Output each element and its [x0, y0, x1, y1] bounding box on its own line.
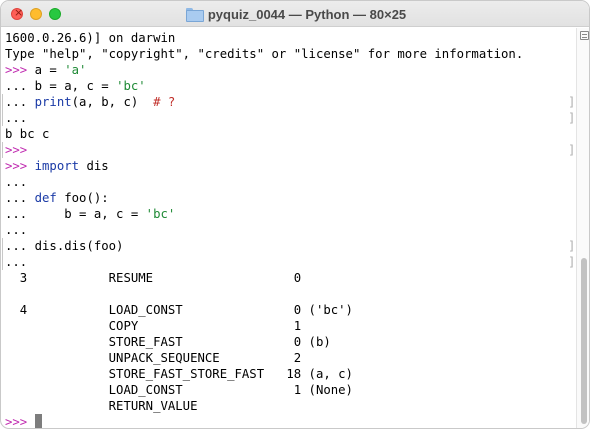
window-title: pyquiz_0044 — Python — 80×25 — [207, 6, 407, 22]
terminal-line: >>> import dis — [5, 158, 575, 174]
terminal-text: ... — [5, 191, 35, 205]
terminal-text: RETURN_VALUE — [5, 399, 198, 413]
terminal-window: pyquiz_0044 — Python — 80×25 1600.0.26.6… — [0, 0, 590, 429]
terminal-line: ...] — [2, 110, 575, 126]
terminal-text: ... b = a, c = — [5, 207, 146, 221]
terminal-text: dis — [79, 159, 109, 173]
folder-icon — [185, 8, 204, 22]
terminal-text: ... — [5, 95, 35, 109]
terminal-text: 3 RESUME 0 — [5, 271, 302, 285]
terminal-text: STORE_FAST 0 (b) — [5, 335, 331, 349]
terminal-text: 'bc' — [116, 79, 146, 93]
terminal-line: b bc c — [5, 126, 575, 142]
terminal-text: ... dis.dis(foo) — [5, 239, 124, 253]
prompt-marker: >>> — [5, 415, 35, 429]
prompt-marker: >>> — [5, 159, 35, 173]
terminal-text: foo(): — [56, 191, 109, 205]
terminal-text: ... — [5, 111, 28, 125]
terminal-text: 4 LOAD_CONST 0 ('bc') — [5, 303, 353, 317]
terminal-line: ... b = a, c = 'bc' — [5, 78, 575, 94]
window-title-group: pyquiz_0044 — Python — 80×25 — [1, 1, 589, 27]
terminal-line: ... b = a, c = 'bc' — [5, 206, 575, 222]
terminal-line: ... def foo(): — [5, 190, 575, 206]
terminal-text: 1600.0.26.6)] on darwin — [5, 31, 176, 45]
terminal-line: STORE_FAST 0 (b) — [5, 334, 575, 350]
terminal-line: STORE_FAST_STORE_FAST 18 (a, c) — [5, 366, 575, 382]
mark-bracket-right-icon: ] — [568, 143, 575, 157]
terminal-line: 4 LOAD_CONST 0 ('bc') — [5, 302, 575, 318]
mark-bracket-right-icon: ] — [568, 239, 575, 253]
terminal-text: a = — [34, 63, 65, 77]
scroll-menu-icon[interactable] — [580, 31, 589, 40]
terminal-line: ... — [5, 174, 575, 190]
terminal-output[interactable]: 1600.0.26.6)] on darwin Type "help", "cop… — [1, 28, 575, 429]
terminal-line: >>> a = 'a' — [5, 62, 575, 78]
mark-bracket-right-icon: ] — [568, 255, 575, 269]
terminal-text: # ? — [153, 95, 176, 109]
terminal-text: ... — [5, 223, 28, 237]
terminal-line: ...] — [2, 254, 575, 270]
terminal-text: b bc c — [5, 127, 50, 141]
terminal-text: 'a' — [64, 63, 87, 77]
terminal-line: LOAD_CONST 1 (None) — [5, 382, 575, 398]
terminal-line: RETURN_VALUE — [5, 398, 575, 414]
terminal-text: LOAD_CONST 1 (None) — [5, 383, 353, 397]
terminal-text: def — [34, 191, 57, 205]
terminal-line: Type "help", "copyright", "credits" or "… — [5, 46, 575, 62]
prompt-marker: >>> — [5, 63, 35, 77]
terminal-text: b = a, c = — [34, 79, 117, 93]
terminal-line: ... — [5, 222, 575, 238]
terminal-text: (a, b, c) — [71, 95, 154, 109]
terminal-line: >>>] — [2, 142, 575, 158]
terminal-line: 1600.0.26.6)] on darwin — [5, 30, 575, 46]
terminal-line: 3 RESUME 0 — [5, 270, 575, 286]
terminal-line: >>> — [5, 414, 575, 429]
scrollbar[interactable] — [576, 28, 589, 428]
text-cursor — [34, 414, 42, 428]
terminal-text: COPY 1 — [5, 319, 302, 333]
terminal-text: import — [34, 159, 80, 173]
terminal-text: ... — [5, 79, 35, 93]
terminal-line: UNPACK_SEQUENCE 2 — [5, 350, 575, 366]
terminal-text: ... — [5, 255, 28, 269]
terminal-line: COPY 1 — [5, 318, 575, 334]
terminal-text: STORE_FAST_STORE_FAST 18 (a, c) — [5, 367, 353, 381]
terminal-text: UNPACK_SEQUENCE 2 — [5, 351, 302, 365]
terminal-text: print — [34, 95, 72, 109]
terminal-line: ... print(a, b, c) # ?] — [2, 94, 575, 110]
mark-bracket-right-icon: ] — [568, 95, 575, 109]
scroll-thumb[interactable] — [581, 258, 587, 424]
terminal-text: Type "help", "copyright", "credits" or "… — [5, 47, 524, 61]
terminal-text: ... — [5, 175, 28, 189]
terminal-line: ... dis.dis(foo)] — [2, 238, 575, 254]
title-bar[interactable]: pyquiz_0044 — Python — 80×25 — [1, 1, 589, 27]
mark-bracket-right-icon: ] — [568, 111, 575, 125]
terminal-text: 'bc' — [145, 207, 176, 221]
prompt-marker: >>> — [5, 143, 28, 157]
